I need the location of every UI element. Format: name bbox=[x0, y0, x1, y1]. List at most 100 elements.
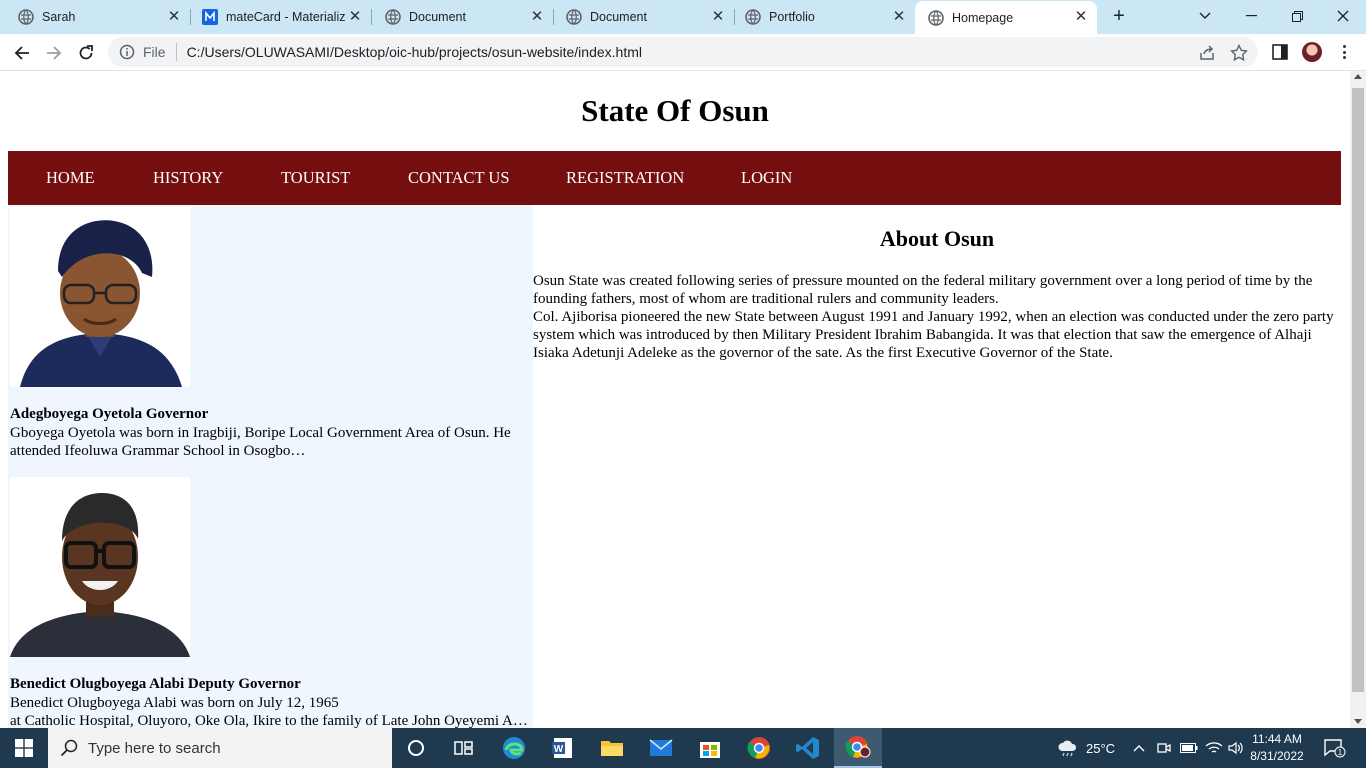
url-text[interactable]: C:/Users/OLUWASAMI/Desktop/oic-hub/proje… bbox=[187, 44, 642, 60]
minimize-button[interactable] bbox=[1228, 0, 1274, 32]
nav-history[interactable]: HISTORY bbox=[153, 168, 223, 188]
nav-contact-us[interactable]: CONTACT US bbox=[408, 168, 510, 188]
nav-home[interactable]: HOME bbox=[46, 168, 95, 188]
bookmark-star-icon[interactable] bbox=[1230, 44, 1248, 62]
battery-icon[interactable] bbox=[1180, 728, 1198, 768]
scroll-down-arrow-icon[interactable] bbox=[1354, 719, 1362, 724]
side-panel-icon[interactable] bbox=[1271, 43, 1289, 61]
tab-document-2[interactable]: Document ✕ bbox=[553, 0, 735, 34]
globe-icon bbox=[928, 9, 944, 26]
tab-title: mateCard - Materialize bbox=[226, 10, 346, 24]
tab-title: Homepage bbox=[952, 10, 1014, 25]
materialize-m-icon bbox=[202, 9, 218, 25]
page-title: State Of Osun bbox=[581, 93, 769, 128]
governor-bio: Gboyega Oyetola was born in Iragbiji, Bo… bbox=[10, 425, 511, 459]
close-icon[interactable]: ✕ bbox=[166, 9, 182, 25]
search-icon bbox=[60, 739, 78, 757]
deputy-governor-bio-line2: at Catholic Hospital, Oluyoro, Oke Ola, … bbox=[10, 713, 531, 728]
share-icon[interactable] bbox=[1198, 44, 1216, 62]
tab-search-chevron-icon[interactable] bbox=[1182, 0, 1228, 32]
windows-logo-icon bbox=[15, 739, 33, 757]
tab-sarah[interactable]: Sarah ✕ bbox=[0, 0, 191, 34]
page-viewport: State Of Osun HOME HISTORY TOURIST CONTA… bbox=[0, 71, 1350, 728]
tab-title: Document bbox=[409, 10, 466, 24]
scroll-thumb[interactable] bbox=[1352, 88, 1364, 692]
chrome-icon[interactable] bbox=[735, 728, 783, 768]
svg-text:W: W bbox=[554, 744, 564, 755]
close-icon[interactable]: ✕ bbox=[891, 9, 907, 25]
clock-time: 11:44 AM bbox=[1252, 732, 1302, 746]
deputy-governor-bio-line1: Benedict Olugboyega Alabi was born on Ju… bbox=[10, 695, 339, 711]
back-button[interactable] bbox=[8, 39, 36, 67]
weather-temp: 25°C bbox=[1086, 740, 1116, 756]
notification-count: 1 bbox=[1338, 748, 1343, 757]
close-icon[interactable]: ✕ bbox=[347, 9, 363, 25]
page-scrollbar[interactable] bbox=[1350, 71, 1366, 728]
forward-button[interactable] bbox=[40, 39, 68, 67]
taskbar-clock[interactable]: 11:44 AM 8/31/2022 bbox=[1244, 731, 1310, 765]
close-icon[interactable]: ✕ bbox=[529, 9, 545, 25]
tab-title: Sarah bbox=[42, 10, 76, 24]
governor-photo bbox=[10, 207, 190, 387]
close-icon[interactable]: ✕ bbox=[1073, 9, 1089, 25]
officials-sidebar: Adegboyega Oyetola Governor Gboyega Oyet… bbox=[8, 205, 533, 728]
file-explorer-icon[interactable] bbox=[588, 728, 636, 768]
profile-avatar[interactable] bbox=[1302, 42, 1322, 62]
about-heading: About Osun bbox=[879, 226, 995, 251]
meet-now-icon[interactable] bbox=[1157, 728, 1171, 768]
tab-title: Document bbox=[590, 10, 647, 24]
nav-registration[interactable]: REGISTRATION bbox=[566, 168, 684, 188]
deputy-governor-photo bbox=[10, 477, 190, 657]
taskbar-search[interactable]: Type here to search bbox=[48, 728, 392, 768]
globe-icon bbox=[385, 9, 401, 25]
reload-icon bbox=[79, 45, 93, 60]
reload-button[interactable] bbox=[72, 39, 100, 67]
weather-widget[interactable]: 25°C bbox=[1056, 728, 1115, 768]
close-icon[interactable]: ✕ bbox=[710, 9, 726, 25]
notification-center-icon[interactable]: 1 bbox=[1324, 728, 1346, 768]
clock-date: 8/31/2022 bbox=[1250, 749, 1304, 763]
globe-icon bbox=[18, 9, 34, 25]
close-window-button[interactable] bbox=[1320, 0, 1366, 32]
arrow-left-icon bbox=[14, 46, 29, 60]
tab-homepage[interactable]: Homepage ✕ bbox=[915, 1, 1097, 34]
info-icon[interactable] bbox=[119, 44, 135, 60]
browser-toolbar: File C:/Users/OLUWASAMI/Desktop/oic-hub/… bbox=[0, 34, 1366, 71]
cortana-icon[interactable] bbox=[392, 728, 440, 768]
wifi-icon[interactable] bbox=[1205, 728, 1223, 768]
nav-login[interactable]: LOGIN bbox=[741, 168, 792, 188]
search-placeholder: Type here to search bbox=[88, 739, 221, 757]
tab-document-1[interactable]: Document ✕ bbox=[371, 0, 554, 34]
scroll-up-arrow-icon[interactable] bbox=[1354, 74, 1362, 79]
tab-portfolio[interactable]: Portfolio ✕ bbox=[734, 0, 915, 34]
windows-taskbar: Type here to search W 25°C 11:44 AM 8/31… bbox=[0, 728, 1366, 768]
tab-strip: Sarah ✕ mateCard - Materialize ✕ Documen… bbox=[0, 0, 1366, 34]
new-tab-button[interactable]: + bbox=[1108, 5, 1130, 27]
address-bar[interactable]: File C:/Users/OLUWASAMI/Desktop/oic-hub/… bbox=[108, 37, 1258, 67]
start-button[interactable] bbox=[0, 728, 48, 768]
show-hidden-icons-chevron-icon[interactable] bbox=[1133, 728, 1145, 768]
word-icon[interactable]: W bbox=[539, 728, 587, 768]
tab-matecard[interactable]: mateCard - Materialize ✕ bbox=[190, 0, 372, 34]
store-icon[interactable] bbox=[686, 728, 734, 768]
main-nav: HOME HISTORY TOURIST CONTACT US REGISTRA… bbox=[8, 151, 1341, 205]
governor-name: Adegboyega Oyetola Governor bbox=[10, 406, 209, 422]
volume-icon[interactable] bbox=[1228, 728, 1244, 768]
cloud-rain-icon bbox=[1058, 740, 1077, 757]
chrome-profile-icon[interactable] bbox=[834, 728, 882, 768]
edge-icon[interactable] bbox=[490, 728, 538, 768]
deputy-governor-name: Benedict Olugboyega Alabi Deputy Governo… bbox=[10, 676, 301, 692]
about-body: Osun State was created following series … bbox=[533, 272, 1345, 362]
arrow-right-icon bbox=[47, 46, 62, 60]
nav-tourist[interactable]: TOURIST bbox=[281, 168, 350, 188]
tab-title: Portfolio bbox=[769, 10, 815, 24]
menu-kebab-icon[interactable] bbox=[1336, 43, 1352, 61]
globe-icon bbox=[745, 9, 761, 25]
restore-button[interactable] bbox=[1274, 0, 1320, 32]
mail-icon[interactable] bbox=[637, 728, 685, 768]
vscode-icon[interactable] bbox=[784, 728, 832, 768]
about-paragraph-2: Col. Ajiborisa pioneered the new State b… bbox=[533, 309, 1334, 361]
about-paragraph-1: Osun State was created following series … bbox=[533, 273, 1313, 307]
task-view-icon[interactable] bbox=[440, 728, 488, 768]
scheme-label: File bbox=[143, 44, 166, 60]
